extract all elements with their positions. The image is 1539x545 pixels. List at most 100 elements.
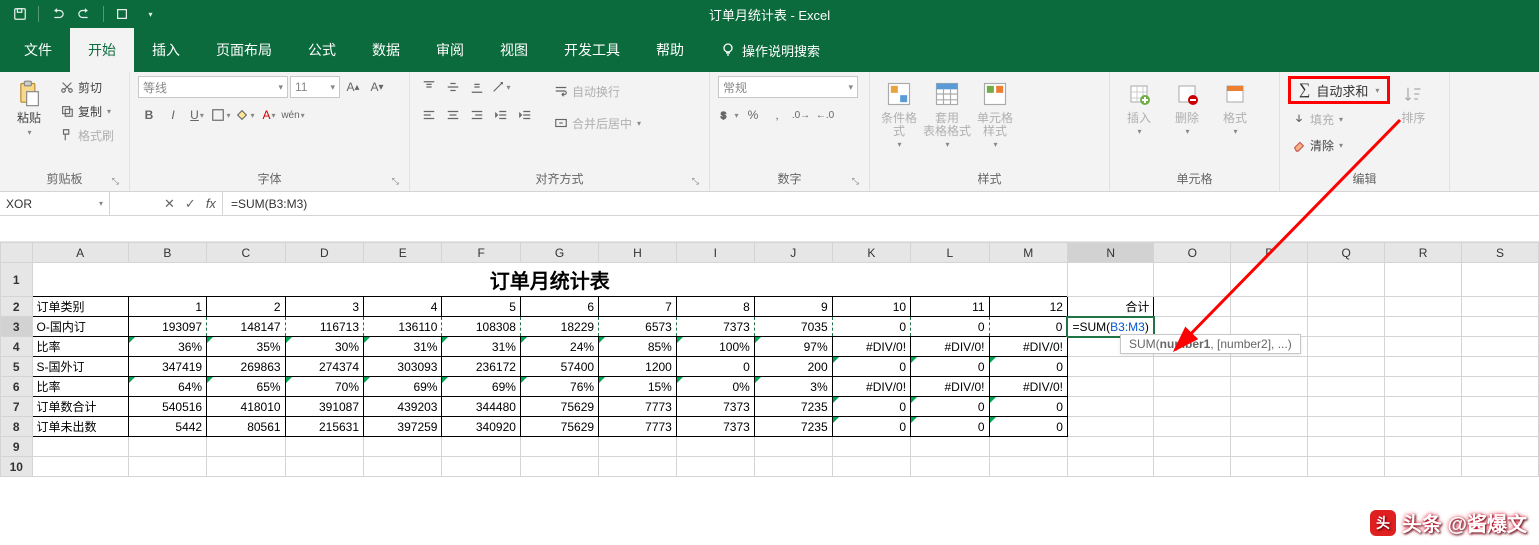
data-cell[interactable]: 76% [520, 377, 598, 397]
data-cell[interactable]: #DIV/0! [989, 337, 1067, 357]
tab-view[interactable]: 视图 [482, 28, 546, 72]
data-cell[interactable]: 57400 [520, 357, 598, 377]
col-header-F[interactable]: F [442, 243, 520, 263]
cell[interactable] [1385, 437, 1462, 457]
cell[interactable] [1461, 297, 1538, 317]
tab-help[interactable]: 帮助 [638, 28, 702, 72]
data-cell[interactable]: 36% [128, 337, 206, 357]
data-cell[interactable]: 7035 [754, 317, 832, 337]
align-bottom-icon[interactable] [466, 76, 488, 98]
col-header-A[interactable]: A [32, 243, 128, 263]
underline-button[interactable]: U▾ [186, 104, 208, 126]
cell[interactable] [1067, 263, 1153, 297]
cell[interactable] [1231, 417, 1308, 437]
cell[interactable] [1308, 337, 1385, 357]
data-cell[interactable]: 0 [989, 397, 1067, 417]
tab-file[interactable]: 文件 [6, 28, 70, 72]
data-cell[interactable]: 108308 [442, 317, 520, 337]
data-cell[interactable]: 0 [989, 317, 1067, 337]
cell[interactable] [1385, 297, 1462, 317]
data-cell[interactable]: 15% [599, 377, 677, 397]
col-header-I[interactable]: I [676, 243, 754, 263]
cell[interactable] [1308, 417, 1385, 437]
insert-cells-button[interactable]: 插入▾ [1118, 76, 1160, 136]
cell[interactable] [1308, 357, 1385, 377]
increase-decimal-icon[interactable]: .0→ [790, 104, 812, 126]
data-cell[interactable]: 80561 [207, 417, 285, 437]
align-middle-icon[interactable] [442, 76, 464, 98]
merge-center-button[interactable]: 合并后居中▾ [550, 112, 645, 134]
format-painter-button[interactable]: 格式刷 [56, 124, 118, 146]
cell[interactable] [1067, 377, 1153, 397]
orientation-icon[interactable]: ▾ [490, 76, 512, 98]
format-cells-button[interactable]: 格式▾ [1214, 76, 1256, 136]
tab-review[interactable]: 审阅 [418, 28, 482, 72]
data-cell[interactable]: 70% [285, 377, 363, 397]
tab-formulas[interactable]: 公式 [290, 28, 354, 72]
cell[interactable] [1461, 417, 1538, 437]
cell[interactable] [832, 457, 910, 477]
data-cell[interactable]: #DIV/0! [832, 337, 910, 357]
cell[interactable] [1308, 317, 1385, 337]
row-header-1[interactable]: 1 [1, 263, 33, 297]
header-cell[interactable]: 12 [989, 297, 1067, 317]
data-cell[interactable]: 274374 [285, 357, 363, 377]
header-cell[interactable]: 10 [832, 297, 910, 317]
header-cell[interactable]: 6 [520, 297, 598, 317]
data-cell[interactable]: 0% [676, 377, 754, 397]
cell[interactable] [128, 457, 206, 477]
cell[interactable] [1385, 457, 1462, 477]
row-label[interactable]: 比率 [32, 377, 128, 397]
cell[interactable] [1067, 417, 1153, 437]
cell[interactable] [1385, 317, 1462, 337]
header-cell[interactable]: 5 [442, 297, 520, 317]
data-cell[interactable]: 31% [364, 337, 442, 357]
data-cell[interactable]: 193097 [128, 317, 206, 337]
percent-format-icon[interactable]: % [742, 104, 764, 126]
cell[interactable] [1231, 357, 1308, 377]
cell[interactable] [1385, 263, 1462, 297]
cell[interactable] [1154, 397, 1231, 417]
decrease-decimal-icon[interactable]: ←.0 [814, 104, 836, 126]
cell[interactable] [676, 457, 754, 477]
enter-formula-icon[interactable]: ✓ [185, 196, 196, 212]
row-label[interactable]: S-国外订 [32, 357, 128, 377]
cell[interactable] [1461, 317, 1538, 337]
row-label[interactable]: O-国内订 [32, 317, 128, 337]
data-cell[interactable]: 200 [754, 357, 832, 377]
header-cell[interactable]: 2 [207, 297, 285, 317]
cell[interactable] [1461, 357, 1538, 377]
data-cell[interactable]: 340920 [442, 417, 520, 437]
cell[interactable] [1231, 263, 1308, 297]
col-header-P[interactable]: P [1231, 243, 1308, 263]
cell[interactable] [1231, 457, 1308, 477]
cell[interactable] [1067, 357, 1153, 377]
save-icon[interactable] [8, 2, 32, 26]
col-header-L[interactable]: L [911, 243, 989, 263]
col-header-O[interactable]: O [1154, 243, 1231, 263]
data-cell[interactable]: 0 [911, 357, 989, 377]
cell[interactable] [1067, 397, 1153, 417]
cell[interactable] [442, 457, 520, 477]
row-header-6[interactable]: 6 [1, 377, 33, 397]
row-header-9[interactable]: 9 [1, 437, 33, 457]
data-cell[interactable]: 7373 [676, 417, 754, 437]
shrink-font-icon[interactable]: A▾ [366, 76, 388, 98]
row-header-5[interactable]: 5 [1, 357, 33, 377]
data-cell[interactable]: 0 [832, 357, 910, 377]
cell[interactable] [128, 437, 206, 457]
data-cell[interactable]: 85% [599, 337, 677, 357]
cell[interactable] [1461, 437, 1538, 457]
cell[interactable] [1067, 437, 1153, 457]
number-format-combo[interactable]: 常规▾ [718, 76, 858, 98]
align-right-icon[interactable] [466, 104, 488, 126]
col-header-M[interactable]: M [989, 243, 1067, 263]
cell[interactable] [1154, 417, 1231, 437]
data-cell[interactable]: 0 [911, 417, 989, 437]
row-header-10[interactable]: 10 [1, 457, 33, 477]
worksheet[interactable]: ABCDEFGHIJKLMNOPQRS1订单月统计表2订单类别123456789… [0, 242, 1539, 545]
cell[interactable] [1461, 337, 1538, 357]
cell[interactable] [1308, 377, 1385, 397]
col-header-E[interactable]: E [364, 243, 442, 263]
cell[interactable] [1461, 397, 1538, 417]
